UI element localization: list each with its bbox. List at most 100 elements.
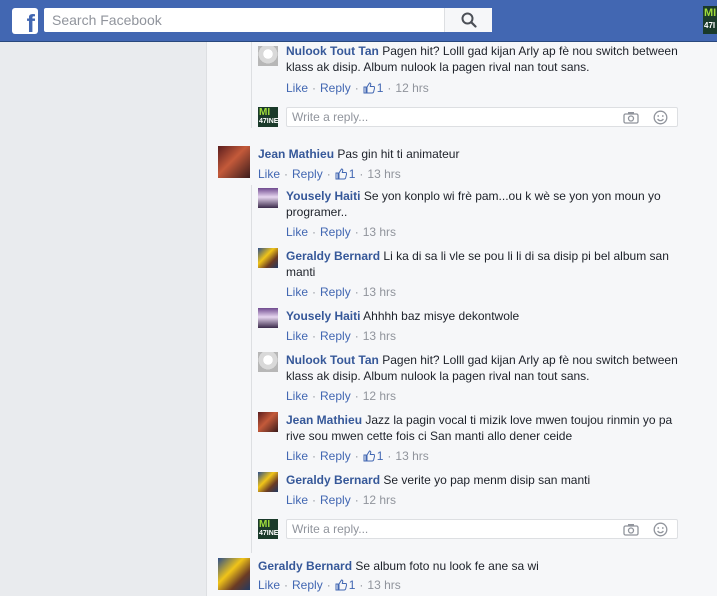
- comment-author[interactable]: Nulook Tout Tan: [286, 44, 379, 58]
- thread-line: [251, 42, 252, 128]
- camera-icon[interactable]: [623, 523, 639, 536]
- avatar[interactable]: [258, 46, 278, 66]
- reply-link[interactable]: Reply: [320, 285, 351, 299]
- page-logo-top: MI: [704, 7, 717, 19]
- comment-author[interactable]: Geraldy Bernard: [286, 249, 380, 263]
- comment-author[interactable]: Yousely Haiti: [286, 309, 360, 323]
- comment-author[interactable]: Geraldy Bernard: [286, 473, 380, 487]
- comment: Geraldy Bernard Li ka di sa li vle se po…: [286, 248, 686, 280]
- comment: Yousely Haiti Ahhhh baz misye dekontwole: [286, 308, 686, 324]
- comment-author[interactable]: Jean Mathieu: [286, 413, 362, 427]
- separator: ·: [387, 449, 392, 463]
- like-count-value: 1: [376, 449, 384, 463]
- comment-author[interactable]: Jean Mathieu: [258, 147, 334, 161]
- avatar[interactable]: [258, 472, 278, 492]
- reply-input[interactable]: [287, 108, 587, 126]
- separator: ·: [284, 167, 289, 181]
- comment-actions: Like · Reply · 1 · 13 hrs: [258, 166, 401, 182]
- reply-input[interactable]: [287, 520, 587, 538]
- avatar[interactable]: [218, 146, 250, 178]
- comment-time[interactable]: 12 hrs: [363, 493, 396, 507]
- comment-text: Ahhhh baz misye dekontwole: [363, 309, 520, 323]
- comment: Yousely Haiti Se yon konplo wi frè pam..…: [286, 188, 686, 220]
- reply-box[interactable]: [286, 519, 678, 539]
- reply-link[interactable]: Reply: [292, 167, 323, 181]
- comment-author[interactable]: Geraldy Bernard: [258, 559, 352, 573]
- avatar[interactable]: [258, 352, 278, 372]
- like-count[interactable]: 1: [335, 578, 356, 592]
- avatar: MI 47INE: [258, 519, 278, 539]
- reply-link[interactable]: Reply: [320, 81, 351, 95]
- separator: ·: [312, 389, 317, 403]
- comment: Nulook Tout Tan Pagen hit? Lolll gad kij…: [286, 352, 686, 384]
- comment-actions: Like · Reply · 12 hrs: [286, 492, 396, 508]
- separator: ·: [312, 329, 317, 343]
- thread-line: [251, 185, 252, 553]
- comment-author[interactable]: Nulook Tout Tan: [286, 353, 379, 367]
- comment-time[interactable]: 13 hrs: [363, 285, 396, 299]
- facebook-logo[interactable]: f: [12, 8, 38, 34]
- comment-time[interactable]: 13 hrs: [363, 329, 396, 343]
- comment-time[interactable]: 13 hrs: [395, 449, 428, 463]
- comment-actions: Like · Reply · 12 hrs: [286, 388, 396, 404]
- like-link[interactable]: Like: [286, 225, 308, 239]
- comment-author[interactable]: Yousely Haiti: [286, 189, 360, 203]
- reply-link[interactable]: Reply: [320, 493, 351, 507]
- page-logo[interactable]: MI 47I: [703, 6, 717, 34]
- comment-text: Se verite yo pap menm disip san manti: [383, 473, 591, 487]
- comment-actions: Like · Reply · 13 hrs: [286, 224, 396, 240]
- comment: Jean Mathieu Pas gin hit ti animateur: [258, 146, 698, 162]
- like-link[interactable]: Like: [286, 285, 308, 299]
- separator: ·: [312, 225, 317, 239]
- avatar[interactable]: [258, 188, 278, 208]
- comment-time[interactable]: 12 hrs: [395, 81, 428, 95]
- like-count-value: 1: [376, 81, 384, 95]
- like-count[interactable]: 1: [363, 449, 384, 463]
- avatar[interactable]: [258, 248, 278, 268]
- comment-time[interactable]: 13 hrs: [367, 167, 400, 181]
- comment-text: Se album foto nu look fe ane sa wi: [355, 559, 539, 573]
- search-input[interactable]: [44, 8, 444, 32]
- avatar[interactable]: [258, 308, 278, 328]
- like-count[interactable]: 1: [363, 81, 384, 95]
- separator: ·: [354, 449, 359, 463]
- reply-link[interactable]: Reply: [320, 329, 351, 343]
- reply-box[interactable]: [286, 107, 678, 127]
- thumbs-up-icon: [335, 579, 347, 591]
- separator: ·: [359, 167, 364, 181]
- like-link[interactable]: Like: [286, 81, 308, 95]
- like-link[interactable]: Like: [258, 578, 280, 592]
- separator: ·: [354, 81, 359, 95]
- like-link[interactable]: Like: [258, 167, 280, 181]
- avatar[interactable]: [258, 412, 278, 432]
- separator: ·: [312, 285, 317, 299]
- avatar-text: 47INE: [259, 530, 279, 537]
- avatar[interactable]: [218, 558, 250, 590]
- comment-actions: Like · Reply · 1 · 13 hrs: [286, 448, 429, 464]
- separator: ·: [354, 285, 359, 299]
- search-box[interactable]: [44, 8, 492, 32]
- like-count-value: 1: [348, 578, 356, 592]
- like-link[interactable]: Like: [286, 389, 308, 403]
- comment: Nulook Tout Tan Pagen hit? Lolll gad kij…: [286, 43, 686, 75]
- reply-link[interactable]: Reply: [292, 578, 323, 592]
- emoji-icon[interactable]: [653, 522, 668, 537]
- search-button[interactable]: [444, 8, 492, 32]
- separator: ·: [326, 167, 331, 181]
- thumbs-up-icon: [363, 82, 375, 94]
- comment-text: Pas gin hit ti animateur: [337, 147, 460, 161]
- like-count[interactable]: 1: [335, 167, 355, 181]
- camera-icon[interactable]: [623, 111, 639, 124]
- comment-time[interactable]: 13 hrs: [367, 578, 400, 592]
- comment-time[interactable]: 13 hrs: [363, 225, 396, 239]
- emoji-icon[interactable]: [653, 110, 668, 125]
- like-link[interactable]: Like: [286, 329, 308, 343]
- reply-link[interactable]: Reply: [320, 449, 351, 463]
- like-link[interactable]: Like: [286, 493, 308, 507]
- avatar: MI 47INE: [258, 107, 278, 127]
- comment-actions: Like · Reply · 1 · 13 hrs: [258, 577, 401, 593]
- reply-link[interactable]: Reply: [320, 389, 351, 403]
- comment-time[interactable]: 12 hrs: [363, 389, 396, 403]
- like-link[interactable]: Like: [286, 449, 308, 463]
- reply-link[interactable]: Reply: [320, 225, 351, 239]
